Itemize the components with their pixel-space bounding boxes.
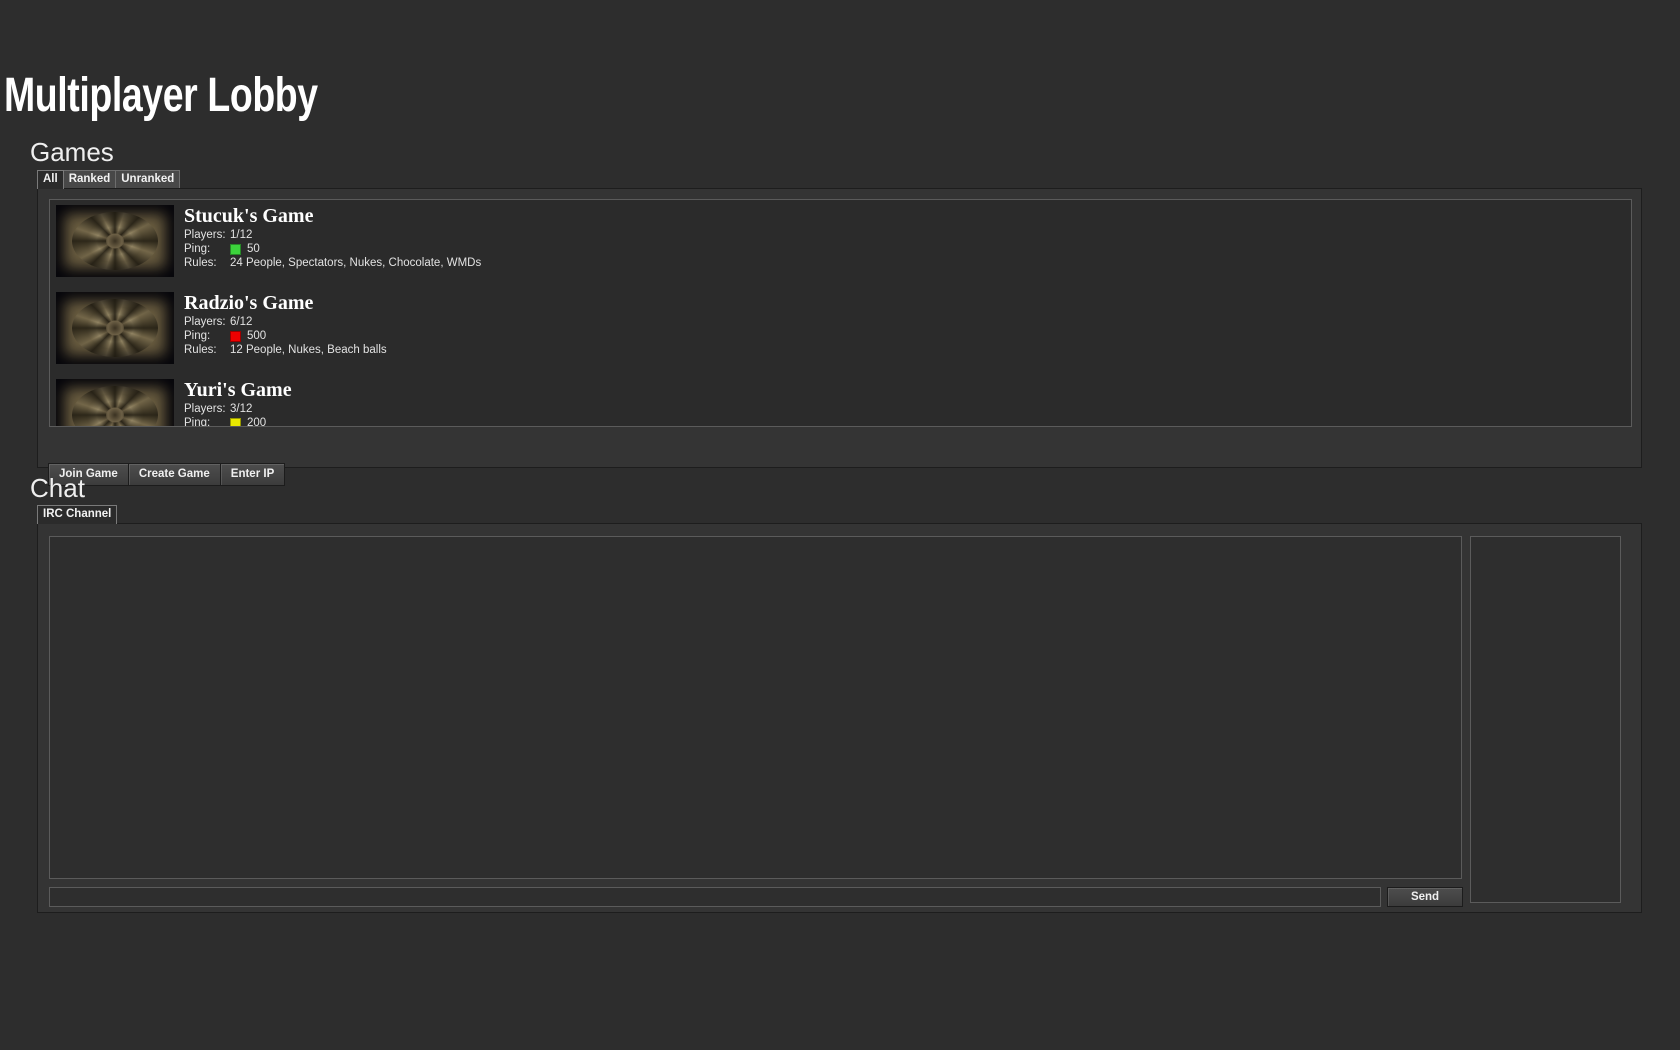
game-list-item[interactable]: Radzio's Game Players: 6/12 Ping: 500 Ru… xyxy=(50,287,1631,374)
game-list-item[interactable]: Stucuk's Game Players: 1/12 Ping: 50 Rul… xyxy=(50,200,1631,287)
tab-all[interactable]: All xyxy=(37,170,64,189)
game-title: Yuri's Game xyxy=(184,379,292,401)
game-ping-line: Ping: 500 xyxy=(184,329,1631,343)
games-list[interactable]: Stucuk's Game Players: 1/12 Ping: 50 Rul… xyxy=(49,199,1632,427)
map-thumbnail-icon xyxy=(56,379,174,426)
game-info: Stucuk's Game Players: 1/12 Ping: 50 Rul… xyxy=(184,205,1631,270)
page-title: Multiplayer Lobby xyxy=(4,69,318,122)
chat-user-list[interactable] xyxy=(1470,536,1621,903)
ping-label: Ping: xyxy=(184,330,211,342)
rules-value: 12 People, Nukes, Beach balls xyxy=(230,344,387,356)
players-value: 6/12 xyxy=(230,316,253,328)
game-ping-line: Ping: 50 xyxy=(184,242,1631,256)
map-thumbnail-icon xyxy=(56,292,174,364)
ping-quality-swatch xyxy=(230,330,241,342)
chat-panel: Send xyxy=(37,523,1642,913)
ping-quality-swatch xyxy=(230,417,241,426)
map-thumbnail-icon xyxy=(56,205,174,277)
players-value: 3/12 xyxy=(230,403,253,415)
games-section-heading: Games xyxy=(30,137,114,167)
ping-value: 50 xyxy=(247,243,260,255)
chat-log[interactable] xyxy=(49,536,1462,879)
game-title: Stucuk's Game xyxy=(184,205,314,227)
game-info: Radzio's Game Players: 6/12 Ping: 500 Ru… xyxy=(184,292,1631,357)
players-label: Players: xyxy=(184,403,226,415)
create-game-button[interactable]: Create Game xyxy=(127,463,221,486)
send-button[interactable]: Send xyxy=(1387,887,1463,907)
chat-input[interactable] xyxy=(49,887,1381,907)
game-rules-line: Rules: 12 People, Nukes, Beach balls xyxy=(184,343,1631,357)
ping-label: Ping: xyxy=(184,243,211,255)
tab-unranked[interactable]: Unranked xyxy=(115,170,181,189)
tab-ranked[interactable]: Ranked xyxy=(62,170,117,189)
ping-label: Ping: xyxy=(184,417,211,427)
ping-quality-swatch xyxy=(230,243,241,255)
games-panel: Stucuk's Game Players: 1/12 Ping: 50 Rul… xyxy=(37,188,1642,468)
game-ping-line: Ping: 200 xyxy=(184,416,1631,427)
ping-value: 500 xyxy=(247,330,267,342)
rules-value: 24 People, Spectators, Nukes, Chocolate,… xyxy=(230,257,482,269)
game-rules-line: Rules: 24 People, Spectators, Nukes, Cho… xyxy=(184,256,1631,270)
game-players-line: Players: 3/12 xyxy=(184,402,1631,416)
rules-label: Rules: xyxy=(184,257,217,269)
games-tabstrip: All Ranked Unranked xyxy=(37,170,181,189)
game-title: Radzio's Game xyxy=(184,292,314,314)
ping-value: 200 xyxy=(247,417,267,427)
enter-ip-button[interactable]: Enter IP xyxy=(219,463,286,486)
rules-label: Rules: xyxy=(184,344,217,356)
game-players-line: Players: 6/12 xyxy=(184,315,1631,329)
chat-input-row: Send xyxy=(49,887,1463,907)
players-value: 1/12 xyxy=(230,229,253,241)
game-list-item[interactable]: Yuri's Game Players: 3/12 Ping: 200 xyxy=(50,374,1631,427)
chat-tabstrip: IRC Channel xyxy=(37,505,118,524)
game-players-line: Players: 1/12 xyxy=(184,228,1631,242)
game-info: Yuri's Game Players: 3/12 Ping: 200 xyxy=(184,379,1631,427)
chat-section-heading: Chat xyxy=(30,473,85,503)
tab-irc-channel[interactable]: IRC Channel xyxy=(37,505,118,524)
players-label: Players: xyxy=(184,229,226,241)
players-label: Players: xyxy=(184,316,226,328)
